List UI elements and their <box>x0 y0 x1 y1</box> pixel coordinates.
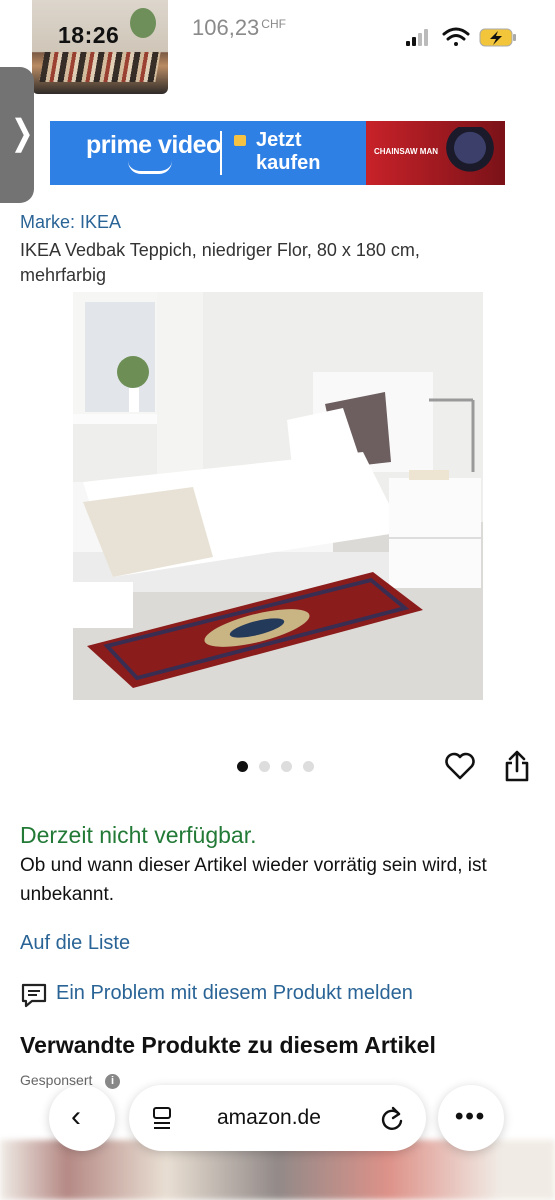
ellipsis-icon: ••• <box>455 1103 487 1130</box>
reload-icon[interactable] <box>379 1104 405 1132</box>
image-pagination[interactable] <box>237 759 325 777</box>
url-text: amazon.de <box>217 1106 321 1129</box>
browser-back-button[interactable]: ‹ <box>49 1085 115 1151</box>
banner-promo-art: CHAINSAW MAN <box>366 121 505 185</box>
heart-icon[interactable] <box>444 750 476 782</box>
promo-title: CHAINSAW MAN <box>374 147 438 156</box>
shopping-bag-icon <box>234 135 246 146</box>
battery-icon <box>479 28 516 47</box>
info-icon[interactable]: i <box>105 1074 120 1089</box>
header-price-value: 106,23 <box>192 15 260 40</box>
product-brand-link[interactable]: Marke: IKEA <box>20 212 121 233</box>
feedback-icon <box>21 983 47 1008</box>
chevron-left-icon: ‹ <box>71 1100 81 1133</box>
page-dot[interactable] <box>303 761 314 772</box>
status-icons <box>406 27 516 47</box>
side-panel-tab[interactable]: ❭ <box>0 67 37 203</box>
header-price: 106,23 CHF <box>192 15 286 41</box>
page-dot[interactable] <box>237 761 248 772</box>
banner-divider <box>220 131 222 175</box>
banner-cta-line1: Jetzt <box>256 129 302 151</box>
signal-icon <box>406 29 428 46</box>
banner-cta-line2: kaufen <box>256 152 321 174</box>
address-bar[interactable]: amazon.de <box>129 1085 426 1151</box>
promo-character-image <box>446 127 494 179</box>
prime-video-logo: prime video <box>86 131 221 159</box>
add-to-list-link[interactable]: Auf die Liste <box>20 932 130 955</box>
reader-mode-icon[interactable] <box>151 1106 173 1130</box>
wifi-icon <box>442 27 470 46</box>
status-time: 18:26 <box>58 22 120 48</box>
more-options-button[interactable]: ••• <box>438 1085 504 1151</box>
prime-smile-icon <box>128 161 172 174</box>
availability-description: Ob und wann dieser Artikel wieder vorrät… <box>20 855 487 905</box>
availability-status: Derzeit nicht verfügbar. <box>20 822 257 848</box>
page-dot[interactable] <box>281 761 292 772</box>
share-icon[interactable] <box>503 749 531 783</box>
product-image[interactable] <box>73 292 483 700</box>
related-products-heading: Verwandte Produkte zu diesem Artikel <box>20 1032 436 1058</box>
product-title: IKEA Vedbak Teppich, niedriger Flor, 80 … <box>20 240 420 285</box>
report-problem-link[interactable]: Ein Problem mit diesem Produkt melden <box>56 982 413 1005</box>
banner-cta: Jetzt kaufen <box>256 129 320 175</box>
prime-video-banner[interactable]: prime video Jetzt kaufen CHAINSAW MAN <box>50 121 505 185</box>
header-price-currency: CHF <box>261 17 286 31</box>
chevron-right-icon: ❭ <box>8 114 37 152</box>
page-dot[interactable] <box>259 761 270 772</box>
